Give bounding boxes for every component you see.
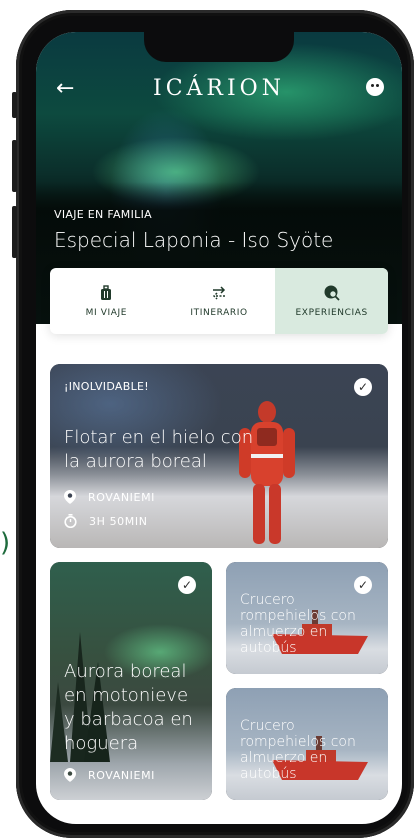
card-location: ROVANIEMI [64,768,155,782]
tab-mi-viaje[interactable]: MI VIAJE [50,268,163,334]
side-button [12,206,17,258]
phone-notch [144,32,294,62]
tab-label: ITINERARIO [190,308,248,318]
location-pin-icon [64,490,76,504]
brand-logo: ICÁRION [153,76,285,101]
card-title: Crucero rompehielos con almuerzo en auto… [240,592,356,656]
search-globe-icon [324,285,340,301]
experience-card-icebreaker-2[interactable]: Crucero rompehielos con almuerzo en auto… [226,688,388,800]
trip-type-label: VIAJE EN FAMILIA [54,208,152,221]
card-title: Flotar en el hielo con la aurora boreal [64,427,254,472]
profile-icon[interactable] [366,78,384,96]
card-title: Aurora boreal en motonieve y barbacoa en… [64,661,193,754]
app-screen: ← ICÁRION VIAJE EN FAMILIA Especial Lapo… [36,32,402,824]
duration-text: 3H 50MIN [89,514,148,528]
tab-experiencias[interactable]: EXPERIENCIAS [275,268,388,334]
card-tag: ¡INOLVIDABLE! [64,380,149,393]
tab-bar: MI VIAJE ITINERARIO EXPERIENCIAS [50,268,388,334]
side-button [12,140,17,192]
side-button [12,92,17,118]
luggage-icon [101,285,112,300]
swap-arrows-icon [212,286,226,300]
experience-card-snowmobile[interactable]: ✓ Aurora boreal en motonieve y barbacoa … [50,562,212,800]
stopwatch-icon [64,514,77,528]
experience-card-icebreaker-1[interactable]: ✓ Crucero rompehielos con almuerzo en au… [226,562,388,674]
tab-itinerario[interactable]: ITINERARIO [163,268,276,334]
tab-label: MI VIAJE [85,308,128,318]
experience-card-featured[interactable]: ¡INOLVIDABLE! ✓ Flotar en el hielo con l… [50,364,388,548]
card-location: ROVANIEMI [64,490,155,504]
check-icon[interactable]: ✓ [354,378,372,396]
trip-title: Especial Laponia - Iso Syöte [54,228,334,252]
tab-label: EXPERIENCIAS [295,308,368,318]
edge-glyph: ) [0,528,11,558]
card-title: Crucero rompehielos con almuerzo en auto… [240,718,356,782]
location-text: ROVANIEMI [88,768,156,782]
location-pin-icon [64,768,76,782]
location-text: ROVANIEMI [88,490,156,504]
check-icon[interactable]: ✓ [178,576,196,594]
card-duration: 3H 50MIN [64,514,148,528]
